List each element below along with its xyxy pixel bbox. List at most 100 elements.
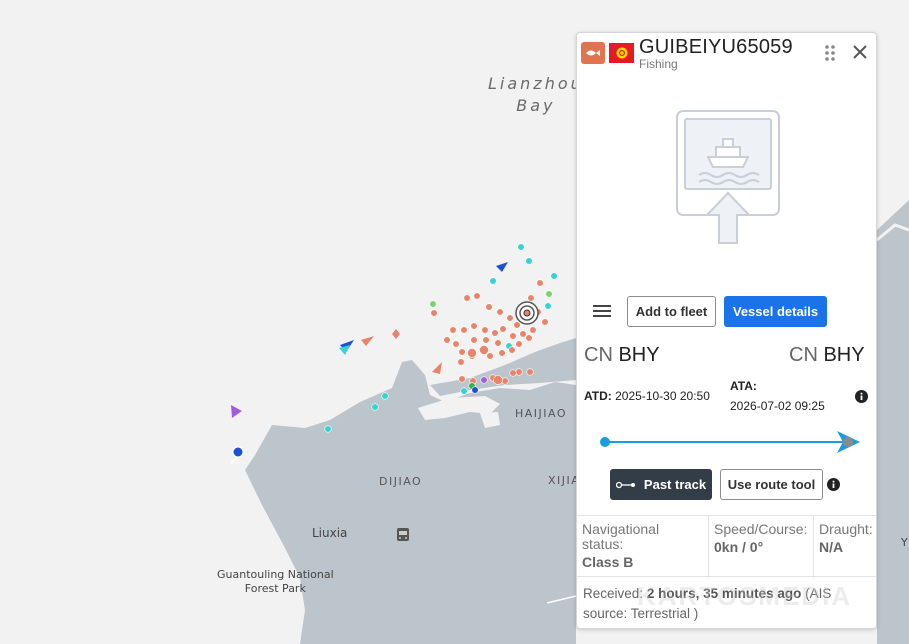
- vessel-photo-placeholder-icon: [676, 110, 780, 244]
- vessel-dot[interactable]: [457, 358, 465, 366]
- vessel-dot[interactable]: [525, 334, 533, 342]
- vessel-dot[interactable]: [515, 368, 523, 376]
- vessel-dot[interactable]: [470, 336, 478, 344]
- vessel-dot[interactable]: [513, 321, 521, 329]
- use-route-tool-button[interactable]: Use route tool: [720, 469, 823, 500]
- nav-status-value: Class B: [582, 554, 634, 570]
- vessel-dot[interactable]: [429, 300, 437, 308]
- vessel-arrow-icon: [432, 362, 442, 374]
- vessel-dot[interactable]: [452, 340, 460, 348]
- vessel-dot[interactable]: [449, 326, 457, 334]
- vessel-dot[interactable]: [515, 340, 523, 348]
- vessel-dot[interactable]: [460, 387, 468, 395]
- vessel-arrow-icon: [339, 345, 350, 355]
- track-icon: [615, 481, 635, 488]
- place-label-haijiao: HAIJIAO: [515, 407, 568, 420]
- vessel-dot[interactable]: [430, 309, 438, 317]
- close-icon[interactable]: [851, 43, 869, 61]
- nav-status-cell: Navigational status: Class B: [577, 516, 708, 578]
- vessel-dot[interactable]: [541, 318, 549, 326]
- vessel-arrow-icon: [231, 405, 242, 418]
- arrival-point: [843, 437, 853, 447]
- vessel-dot[interactable]: [526, 368, 534, 376]
- draught-value: N/A: [819, 539, 844, 555]
- vessel-arrow-icon: [361, 336, 374, 346]
- vessel-type: Fishing: [639, 57, 678, 71]
- vessel-dot[interactable]: [499, 325, 507, 333]
- vessel-dot[interactable]: [525, 257, 533, 265]
- vessel-dot[interactable]: [486, 352, 494, 360]
- atd: ATD: 2025-10-30 20:50: [584, 389, 710, 403]
- departure-point: [600, 437, 610, 447]
- atd-label: ATD:: [584, 389, 612, 403]
- panel-header: GUIBEIYU65059 Fishing: [577, 33, 876, 73]
- vessel-info-panel: GUIBEIYU65059 Fishing Add to fleet Vesse…: [576, 32, 877, 629]
- vessel-dot[interactable]: [545, 290, 553, 298]
- vessel-dot[interactable]: [536, 279, 544, 287]
- vessel-dot[interactable]: [481, 326, 489, 334]
- add-to-fleet-button[interactable]: Add to fleet: [627, 296, 716, 327]
- atd-value: 2025-10-30 20:50: [615, 389, 710, 403]
- vessel-dot[interactable]: [470, 322, 478, 330]
- vessel-dot[interactable]: [529, 326, 537, 334]
- vessel-dot[interactable]: [493, 375, 503, 385]
- vessel-dot[interactable]: [460, 326, 468, 334]
- vessel-dot[interactable]: [508, 346, 516, 354]
- drag-handle-icon[interactable]: [823, 44, 837, 62]
- vessel-dot[interactable]: [458, 348, 466, 356]
- vessel-dot[interactable]: [527, 294, 535, 302]
- vessel-dot[interactable]: [381, 392, 389, 400]
- draught-cell: Draught: N/A: [813, 516, 876, 578]
- vessel-dot[interactable]: [463, 294, 471, 302]
- vessel-dot[interactable]: [496, 308, 504, 316]
- selected-vessel-target-icon[interactable]: [515, 301, 539, 325]
- draught-label: Draught:: [819, 521, 873, 537]
- arrival-port-code: BHY: [823, 344, 865, 366]
- received-prefix: Received:: [583, 586, 644, 601]
- vessel-dot[interactable]: [458, 375, 466, 383]
- menu-icon[interactable]: [592, 303, 612, 319]
- vessel-dot[interactable]: [467, 348, 477, 358]
- vessel-dot[interactable]: [485, 303, 493, 311]
- vessel-dot[interactable]: [371, 403, 379, 411]
- vessel-dot[interactable]: [550, 272, 558, 280]
- speed-course-label: Speed/Course:: [714, 521, 808, 537]
- vessel-dot[interactable]: [509, 369, 517, 377]
- vessel-dot[interactable]: [519, 330, 527, 338]
- vessel-dot[interactable]: [494, 339, 502, 347]
- ata-value: 2026-07-02 09:25: [730, 399, 825, 413]
- ata-label: ATA:: [730, 379, 757, 393]
- vessel-dot[interactable]: [471, 386, 479, 394]
- vessel-dot[interactable]: [498, 349, 506, 357]
- fishing-boat-icon: [581, 42, 605, 64]
- voyage-progress-track: [600, 431, 860, 453]
- railway-station-icon: [397, 528, 409, 541]
- bay-label: Lianzhou Bay: [488, 73, 584, 117]
- departure-port-code: BHY: [618, 344, 660, 366]
- vessel-dot[interactable]: [324, 425, 332, 433]
- park-label-line1: Guantouling National: [217, 568, 334, 581]
- info-icon[interactable]: [827, 478, 840, 491]
- vessel-dot[interactable]: [482, 336, 490, 344]
- place-label-edge: Y: [901, 536, 908, 549]
- vessel-dot[interactable]: [473, 292, 481, 300]
- vessel-dot[interactable]: [479, 345, 489, 355]
- departure-port: CN BHY: [584, 344, 660, 367]
- received-age: 2 hours, 35 minutes ago: [646, 586, 802, 601]
- vessel-dot[interactable]: [506, 314, 514, 322]
- place-label-liuxia: Liuxia: [312, 526, 348, 540]
- vessel-arrow-icon: [496, 262, 508, 272]
- vessel-dot[interactable]: [443, 336, 451, 344]
- vessel-dot[interactable]: [509, 332, 517, 340]
- vessel-dot[interactable]: [517, 243, 525, 251]
- departure-country: CN: [584, 344, 613, 366]
- vessel-dot[interactable]: [480, 376, 488, 384]
- vessel-name: GUIBEIYU65059: [639, 36, 793, 58]
- past-track-button[interactable]: Past track: [610, 469, 712, 500]
- vessel-dot: [232, 446, 244, 458]
- vessel-dot[interactable]: [491, 329, 499, 337]
- vessel-details-button[interactable]: Vessel details: [724, 296, 827, 327]
- vessel-dot[interactable]: [489, 277, 497, 285]
- vessel-dot[interactable]: [544, 302, 552, 310]
- info-icon[interactable]: [855, 390, 868, 403]
